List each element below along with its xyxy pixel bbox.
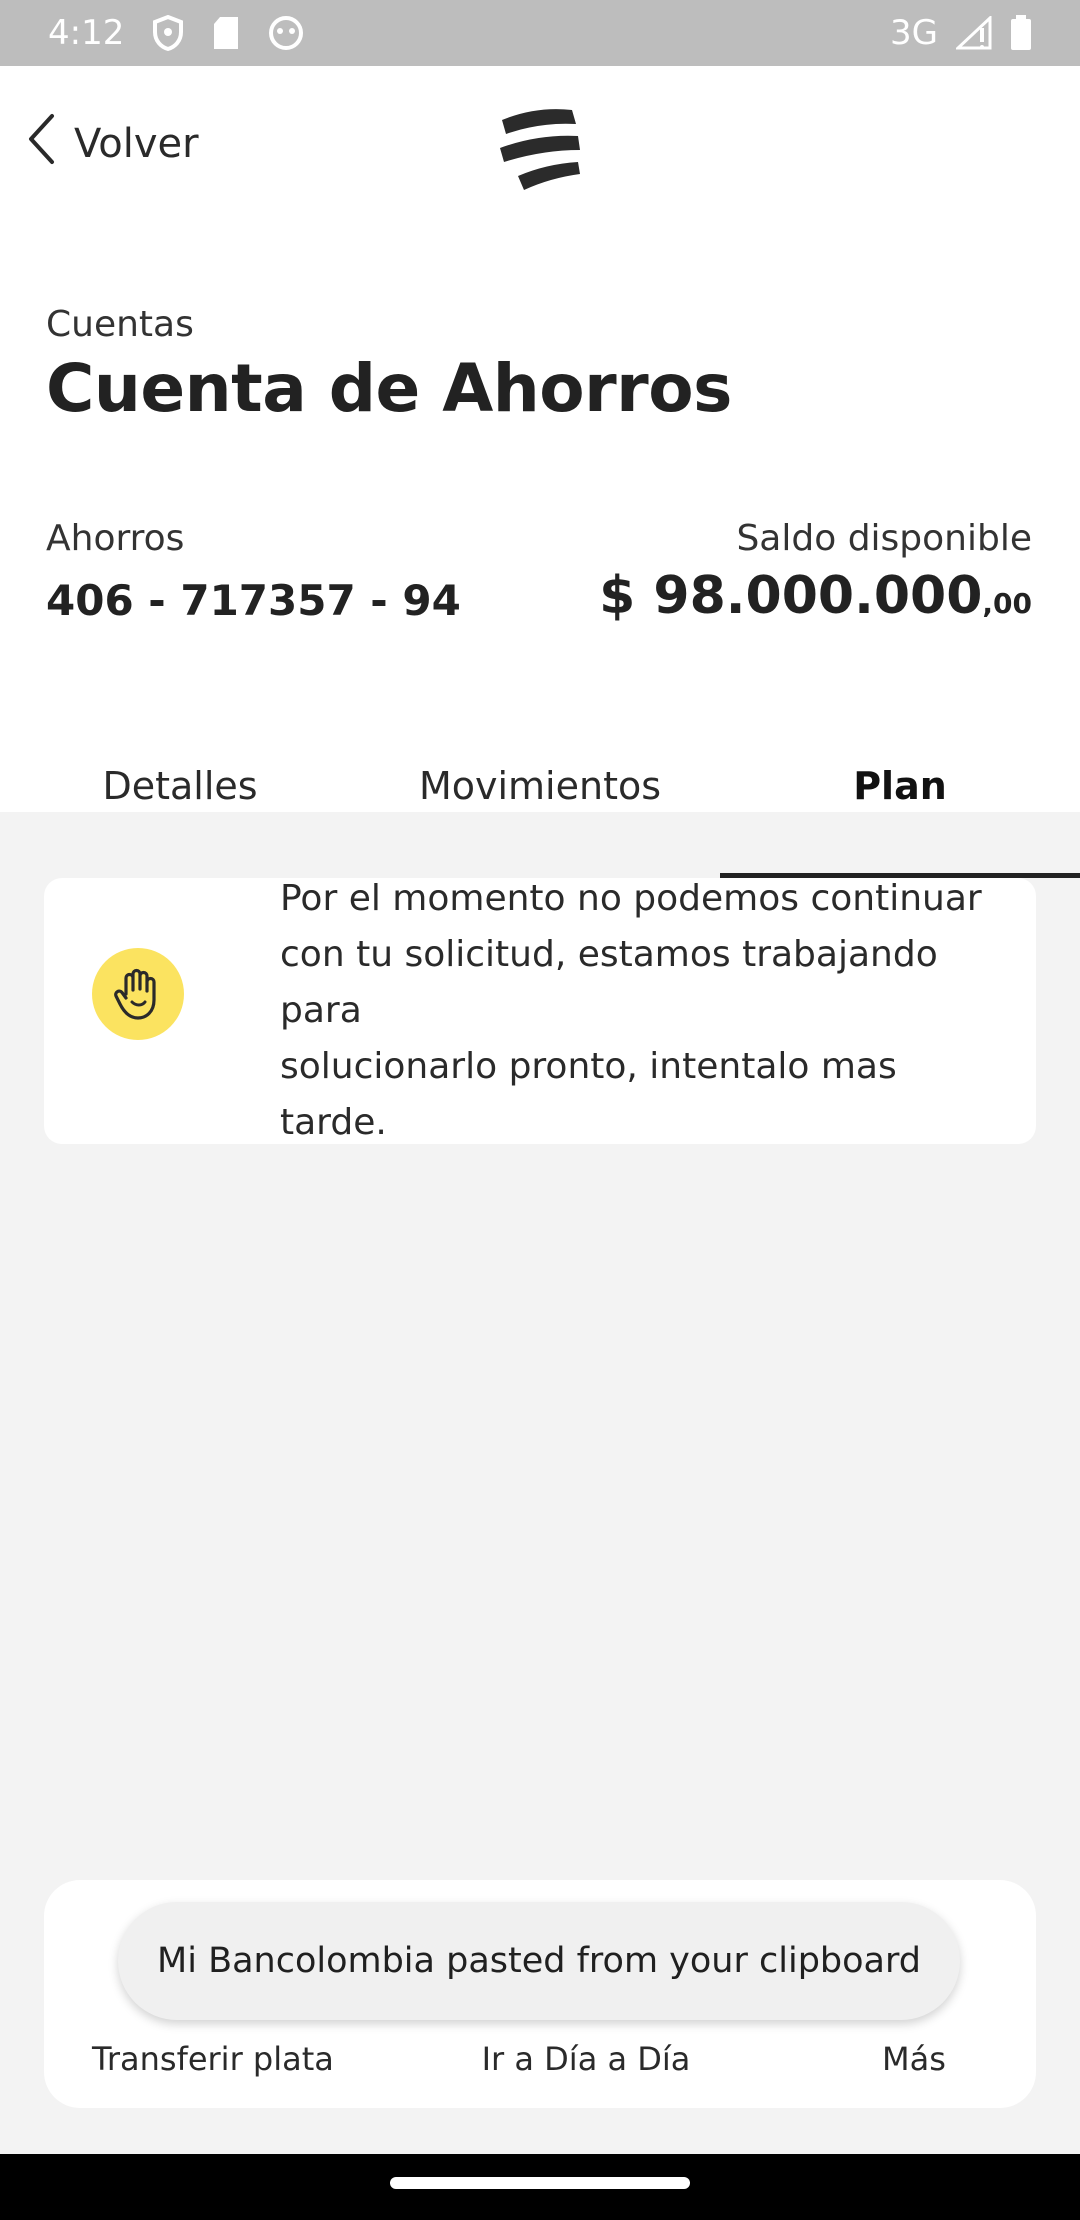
bank-logo-icon — [496, 100, 586, 190]
balance-cents: ,00 — [982, 587, 1032, 620]
face-icon — [268, 15, 304, 51]
battery-icon — [1010, 15, 1032, 51]
network-type: 3G — [890, 13, 938, 53]
signal-icon — [956, 16, 992, 50]
chevron-left-icon — [26, 113, 56, 175]
message-line: solucionarlo pronto, intentalo mas tarde… — [280, 1046, 897, 1143]
account-type: Ahorros — [46, 518, 185, 559]
balance-label: Saldo disponible — [736, 518, 1032, 559]
home-indicator[interactable] — [390, 2177, 690, 2189]
hand-stop-icon — [92, 948, 184, 1040]
tab-detalles[interactable]: Detalles — [0, 720, 360, 878]
account-header: Volver Cuentas Cuenta de Ahorros Ahorros… — [0, 66, 1080, 878]
transfer-action[interactable]: Transferir plata — [92, 2040, 414, 2078]
status-right: 3G — [890, 13, 1032, 53]
sd-card-icon — [212, 16, 240, 50]
page-title: Cuenta de Ahorros — [46, 350, 732, 427]
clipboard-toast: Mi Bancolombia pasted from your clipboar… — [118, 1902, 960, 2020]
day-to-day-action[interactable]: Ir a Día a Día — [436, 2040, 736, 2078]
shield-icon — [152, 15, 184, 51]
balance-main: $ 98.000.000 — [599, 566, 983, 626]
back-button[interactable]: Volver — [26, 114, 199, 174]
status-time: 4:12 — [48, 13, 125, 53]
more-action[interactable]: Más — [804, 2040, 1024, 2078]
error-message-text: Por el momento no podemos continuar con … — [280, 871, 986, 1151]
message-line: con tu solicitud, estamos trabajando par… — [280, 934, 938, 1031]
balance-amount: $ 98.000.000 ,00 — [599, 566, 1032, 626]
error-message-card: Por el momento no podemos continuar con … — [44, 878, 1036, 1144]
message-line: Por el momento no podemos continuar — [280, 878, 982, 919]
status-bar: 4:12 3G — [0, 0, 1080, 66]
account-number: 406 - 717357 - 94 — [46, 576, 461, 625]
status-left: 4:12 — [48, 13, 304, 53]
section-label: Cuentas — [46, 304, 194, 345]
tab-plan[interactable]: Plan — [720, 720, 1080, 878]
back-label: Volver — [74, 121, 199, 167]
tab-bar: Detalles Movimientos Plan — [0, 720, 1080, 878]
tab-movimientos[interactable]: Movimientos — [360, 720, 720, 878]
